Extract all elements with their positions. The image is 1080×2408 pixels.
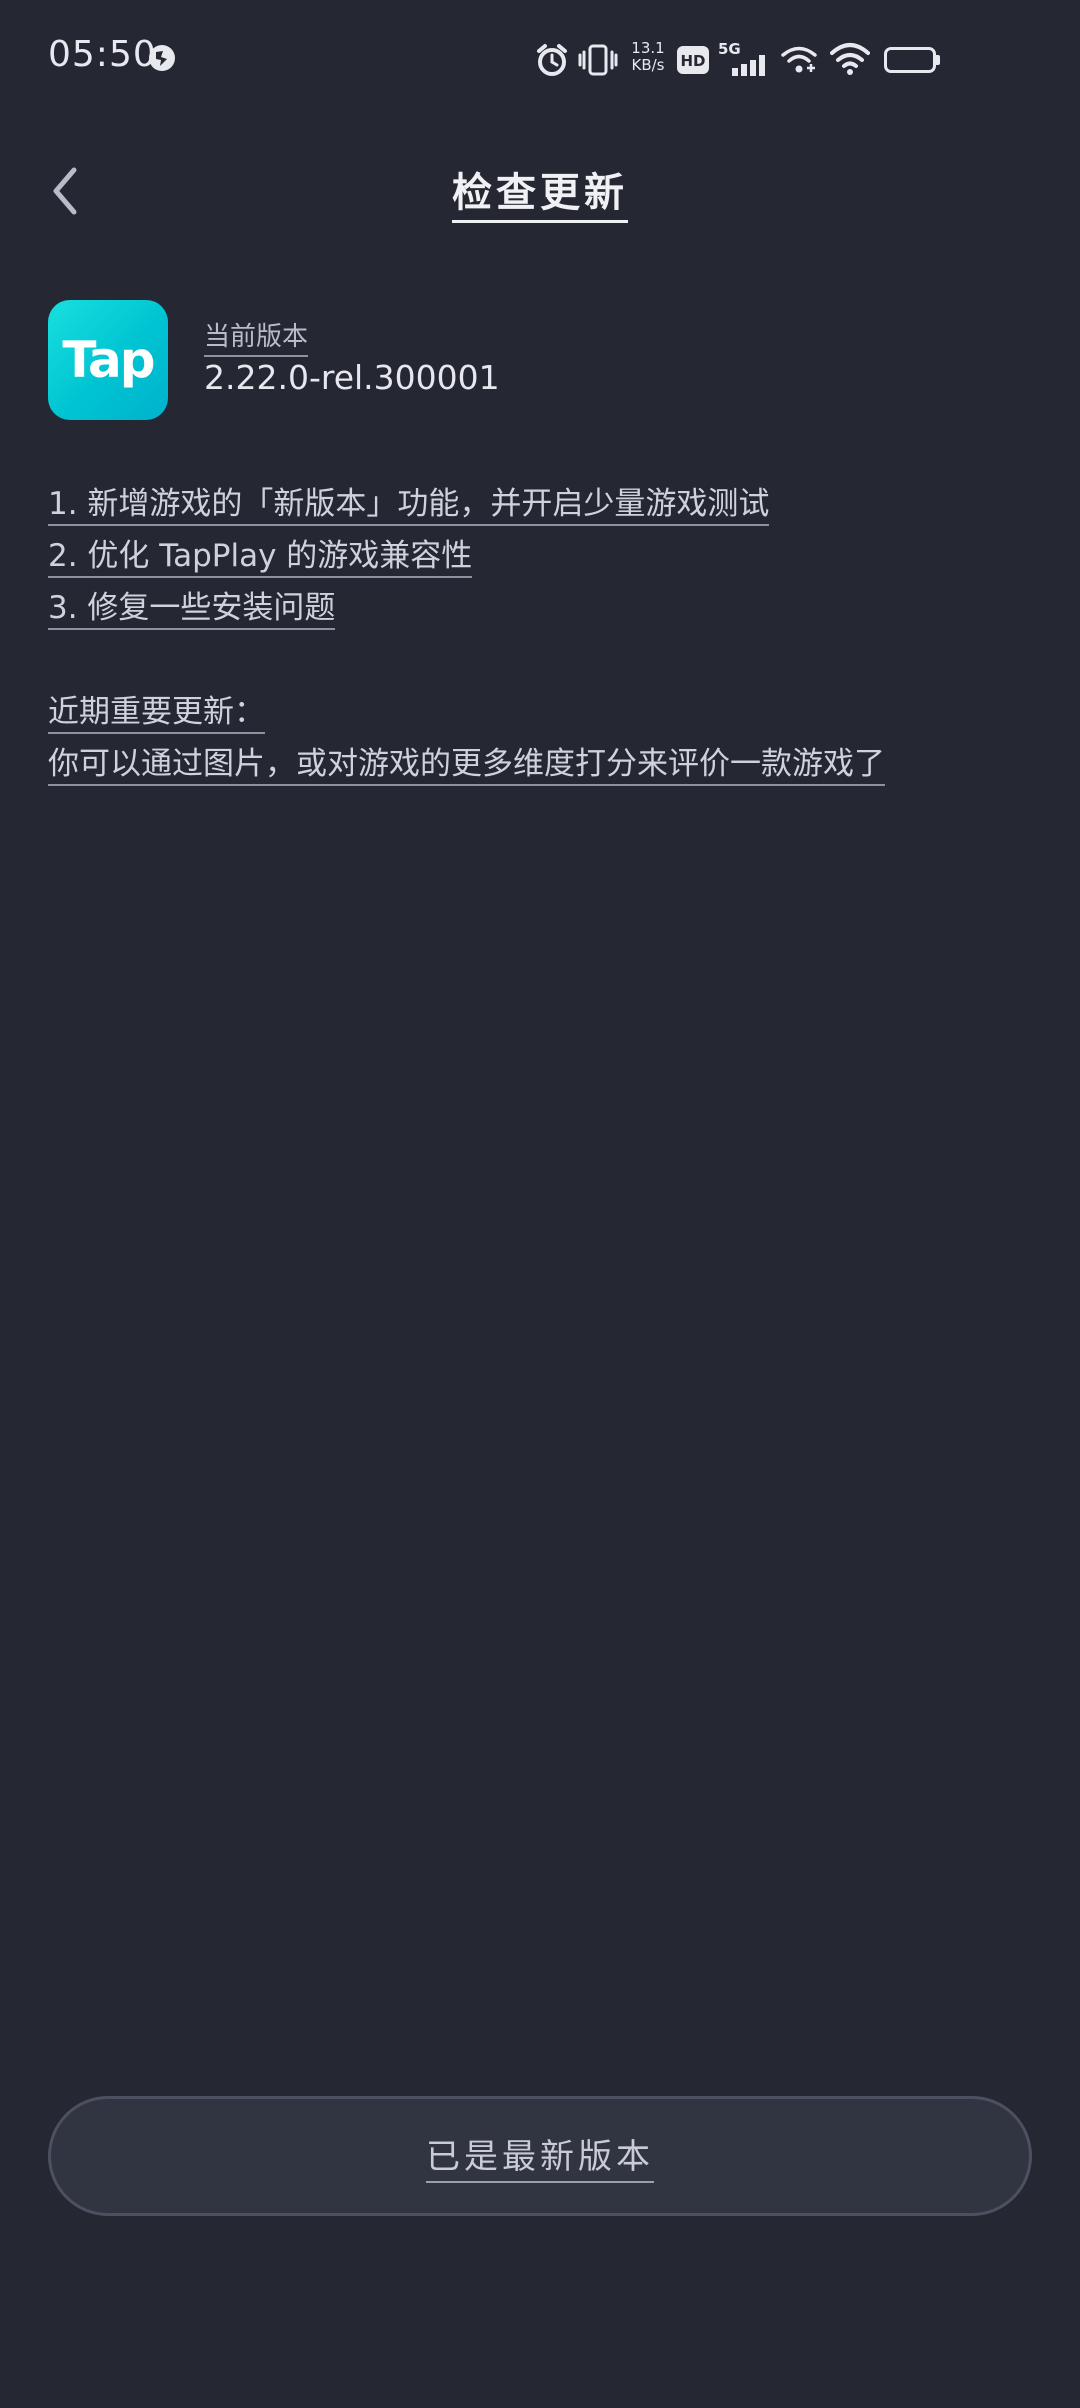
changelog: 1. 新增游戏的「新版本」功能，并开启少量游戏测试 2. 优化 TapPlay … [48,478,1038,790]
app-logo: Tap [48,300,168,420]
vibrate-icon [578,44,618,76]
app-notification-icon [149,45,175,71]
wifi-icon [830,43,870,75]
recent-updates-title-text: 近期重要更新： [48,694,265,734]
recent-updates-title: 近期重要更新： [48,686,1038,738]
current-version-label: 当前版本 [204,316,309,357]
changelog-item: 3. 修复一些安装问题 [48,582,1038,634]
alarm-icon [537,44,567,76]
changelog-item-text: 1. 新增游戏的「新版本」功能，并开启少量游戏测试 [48,486,770,526]
wifi-small-icon [781,46,817,73]
battery-icon: 84 [884,47,936,73]
net-speed-unit: KB/s [631,56,665,74]
svg-text:HD: HD [680,52,705,70]
net-speed-readout: 13.1 KB/s [628,40,668,74]
changelog-item-text: 2. 优化 TapPlay 的游戏兼容性 [48,538,473,578]
changelog-item: 2. 优化 TapPlay 的游戏兼容性 [48,530,1038,582]
recent-updates-body-text: 你可以通过图片，或对游戏的更多维度打分来评价一款游戏了 [48,746,885,786]
status-bar: 05:50 13.1 KB/s HD 5G 84 [0,0,1080,120]
latest-version-button-label: 已是最新版本 [426,2129,654,2183]
page-title-text: 检查更新 [452,170,628,223]
app-logo-text: Tap [62,331,155,389]
signal-icon: 5G [718,40,765,76]
current-version-value: 2.22.0-rel.300001 [204,358,500,397]
changelog-item: 1. 新增游戏的「新版本」功能，并开启少量游戏测试 [48,478,1038,530]
battery-cap [936,55,940,65]
battery-level: 84 [898,48,922,68]
net-speed-value: 13.1 [631,39,665,57]
changelog-item-text: 3. 修复一些安装问题 [48,590,336,630]
recent-updates-body: 你可以通过图片，或对游戏的更多维度打分来评价一款游戏了 [48,738,1038,790]
status-time: 05:50 [48,34,157,75]
latest-version-button[interactable]: 已是最新版本 [48,2096,1032,2216]
svg-text:5G: 5G [718,40,741,58]
page-title: 检查更新 [0,160,1080,223]
hd-icon: HD [677,46,709,74]
